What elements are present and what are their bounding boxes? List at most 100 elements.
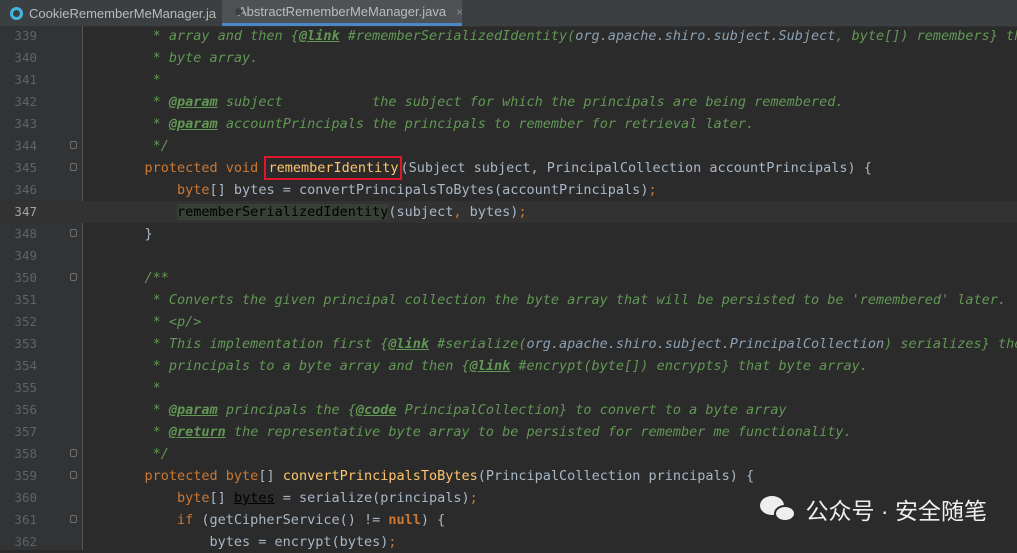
line-number: 344 [14,138,37,153]
code-token: @link [388,336,429,352]
code-token: null [388,512,421,528]
code-token: byte [112,490,210,506]
code-token: * [112,94,169,110]
code-text: * @param principals the {@code Principal… [112,399,787,421]
code-line[interactable]: 346 byte[] bytes = convertPrincipalsToBy… [0,179,1017,201]
code-token: rememberSerializedIdentity [177,204,389,220]
code-token: protected void [112,160,267,176]
code-token: ) { [420,512,446,528]
code-token: * principals to a byte array and then { [112,358,470,374]
code-text: byte[] bytes = serialize(principals); [112,487,478,509]
code-editor[interactable]: 339 * array and then {@link #rememberSer… [0,26,1017,550]
code-line[interactable]: 340 * byte array. [0,47,1017,69]
code-line[interactable]: 347 rememberSerializedIdentity(subject, … [0,201,1017,223]
code-token: @param [168,116,218,132]
fold-marker-icon[interactable] [70,229,77,237]
code-token: bytes) [469,204,519,220]
code-line[interactable]: 342 * @param subject the subject for whi… [0,91,1017,113]
editor-tab-bar: CookieRememberMeManager.ja AbstractRemem… [0,0,1017,27]
code-token: org.apache.shiro.subject.PrincipalCollec… [526,336,885,352]
code-token: } [112,226,153,242]
line-number: 352 [14,314,37,329]
code-token: , [453,204,470,220]
code-text: * array and then {@link #rememberSeriali… [112,25,1017,47]
code-line[interactable]: 359 protected byte[] convertPrincipalsTo… [0,465,1017,487]
code-token: byte [112,182,210,198]
code-token: org.apache.shiro.subject.Subject [575,28,836,44]
line-number: 347 [14,204,37,219]
code-token: ; [388,534,397,550]
code-text: rememberSerializedIdentity(subject, byte… [112,201,527,223]
code-line[interactable]: 355 * [0,377,1017,399]
code-line[interactable]: 345 protected void rememberIdentity (Subj… [0,156,1017,180]
line-number: 353 [14,336,37,351]
code-text: if (getCipherService() != null) { [112,509,445,531]
line-number: 360 [14,490,37,505]
line-number: 341 [14,72,37,87]
line-number: 359 [14,468,37,483]
code-token: convertPrincipalsToBytes [282,468,478,484]
fold-marker-icon[interactable] [70,515,77,523]
code-line[interactable]: 343 * @param accountPrincipals the princ… [0,113,1017,135]
code-text: protected void rememberIdentity (Subject … [112,156,872,180]
tab-label: AbstractRememberMeManager.java [238,4,447,19]
code-token: * Converts the given principal collectio… [112,292,1007,308]
code-token: */ [112,138,169,154]
code-line[interactable]: 356 * @param principals the {@code Princ… [0,399,1017,421]
fold-marker-icon[interactable] [70,141,77,149]
highlighted-method-name: rememberIdentity [264,156,403,180]
code-token: (Subject subject, PrincipalCollection ac… [400,160,872,176]
code-token: (getCipherService() != [201,512,389,528]
code-token: @link [469,358,511,374]
code-line[interactable]: 358 */ [0,443,1017,465]
watermark-text: 公众号 · 安全随笔 [805,498,987,524]
code-line[interactable]: 354 * principals to a byte array and the… [0,355,1017,377]
line-number: 342 [14,94,37,109]
code-line[interactable]: 341 * [0,69,1017,91]
line-number: 351 [14,292,37,307]
code-token: @return [168,424,226,440]
code-token: [] bytes = convertPrincipalsToBytes(acco… [209,182,649,198]
code-line[interactable]: 352 * <p/> [0,311,1017,333]
line-number: 348 [14,226,37,241]
code-token: PrincipalCollection} to convert to a byt… [396,402,787,418]
code-text: */ [112,135,169,157]
code-line[interactable]: 351 * Converts the given principal colle… [0,289,1017,311]
line-number: 358 [14,446,37,461]
code-text: * Converts the given principal collectio… [112,289,1006,311]
code-token: #rememberSerializedIdentity( [339,28,576,44]
code-line[interactable]: 348 } [0,223,1017,245]
code-token: protected byte [112,468,259,484]
code-token: bytes [233,490,275,506]
tab-abstract-remember-me-manager[interactable]: AbstractRememberMeManager.java × [222,0,463,26]
line-number: 357 [14,424,37,439]
code-line[interactable]: 353 * This implementation first {@link #… [0,333,1017,355]
fold-marker-icon[interactable] [70,273,77,281]
code-line[interactable]: 339 * array and then {@link #rememberSer… [0,25,1017,47]
code-text: byte[] bytes = convertPrincipalsToBytes(… [112,179,657,201]
code-line[interactable]: 357 * @return the representative byte ar… [0,421,1017,443]
code-token: = serialize(principals) [274,490,470,506]
code-token: @param [168,402,218,418]
tab-cookie-remember-me-manager[interactable]: CookieRememberMeManager.ja [0,0,218,26]
code-line[interactable]: 344 */ [0,135,1017,157]
tab-label: CookieRememberMeManager.ja [29,5,217,21]
line-number: 340 [14,50,37,65]
code-text: * <p/> [112,311,202,333]
line-number: 350 [14,270,37,285]
code-text: /** [112,267,169,289]
line-number: 361 [14,512,37,527]
fold-marker-icon[interactable] [70,449,77,457]
code-line[interactable]: 349 [0,245,1017,267]
fold-marker-icon[interactable] [70,471,77,479]
line-number: 339 [14,28,37,43]
code-token: ; [648,182,657,198]
code-token: [] [258,468,283,484]
code-token: * [112,380,161,396]
line-number: 343 [14,116,37,131]
close-icon[interactable]: × [456,5,463,19]
code-text: } [112,223,153,245]
code-line[interactable]: 350 /** [0,267,1017,289]
code-token: if [112,512,202,528]
fold-marker-icon[interactable] [70,163,77,171]
